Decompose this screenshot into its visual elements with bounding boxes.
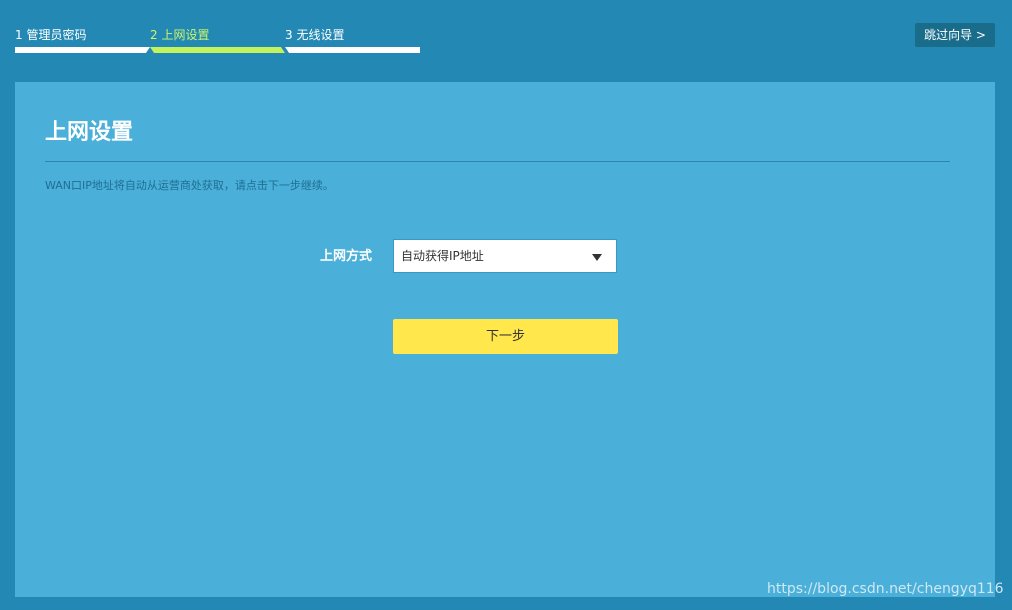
title-divider (45, 161, 950, 162)
step-wireless-settings[interactable]: 3 无线设置 (285, 28, 420, 54)
step-admin-password[interactable]: 1 管理员密码 (15, 28, 150, 54)
step-label: 3 无线设置 (285, 28, 345, 42)
step-label: 1 管理员密码 (15, 28, 87, 42)
step-progress-bar-active (150, 47, 285, 53)
step-progress-bar (15, 47, 150, 53)
skip-wizard-button[interactable]: 跳过向导 > (915, 23, 995, 47)
connection-type-select[interactable]: 自动获得IP地址 (393, 239, 617, 273)
step-progress-bar (285, 47, 420, 53)
page-title: 上网设置 (45, 120, 134, 145)
watermark-text: https://blog.csdn.net/chengyq116 (767, 581, 1004, 597)
select-value: 自动获得IP地址 (401, 249, 484, 263)
connection-type-label: 上网方式 (320, 249, 373, 264)
wizard-steps: 1 管理员密码 2 上网设置 3 无线设置 (15, 28, 420, 54)
step-internet-settings[interactable]: 2 上网设置 (150, 28, 285, 54)
settings-panel: 上网设置 WAN口IP地址将自动从运营商处获取，请点击下一步继续。 上网方式 自… (15, 82, 995, 597)
next-button[interactable]: 下一步 (393, 319, 618, 354)
step-label: 2 上网设置 (150, 28, 210, 42)
caret-down-icon (592, 254, 602, 261)
hint-text: WAN口IP地址将自动从运营商处获取，请点击下一步继续。 (45, 179, 334, 192)
